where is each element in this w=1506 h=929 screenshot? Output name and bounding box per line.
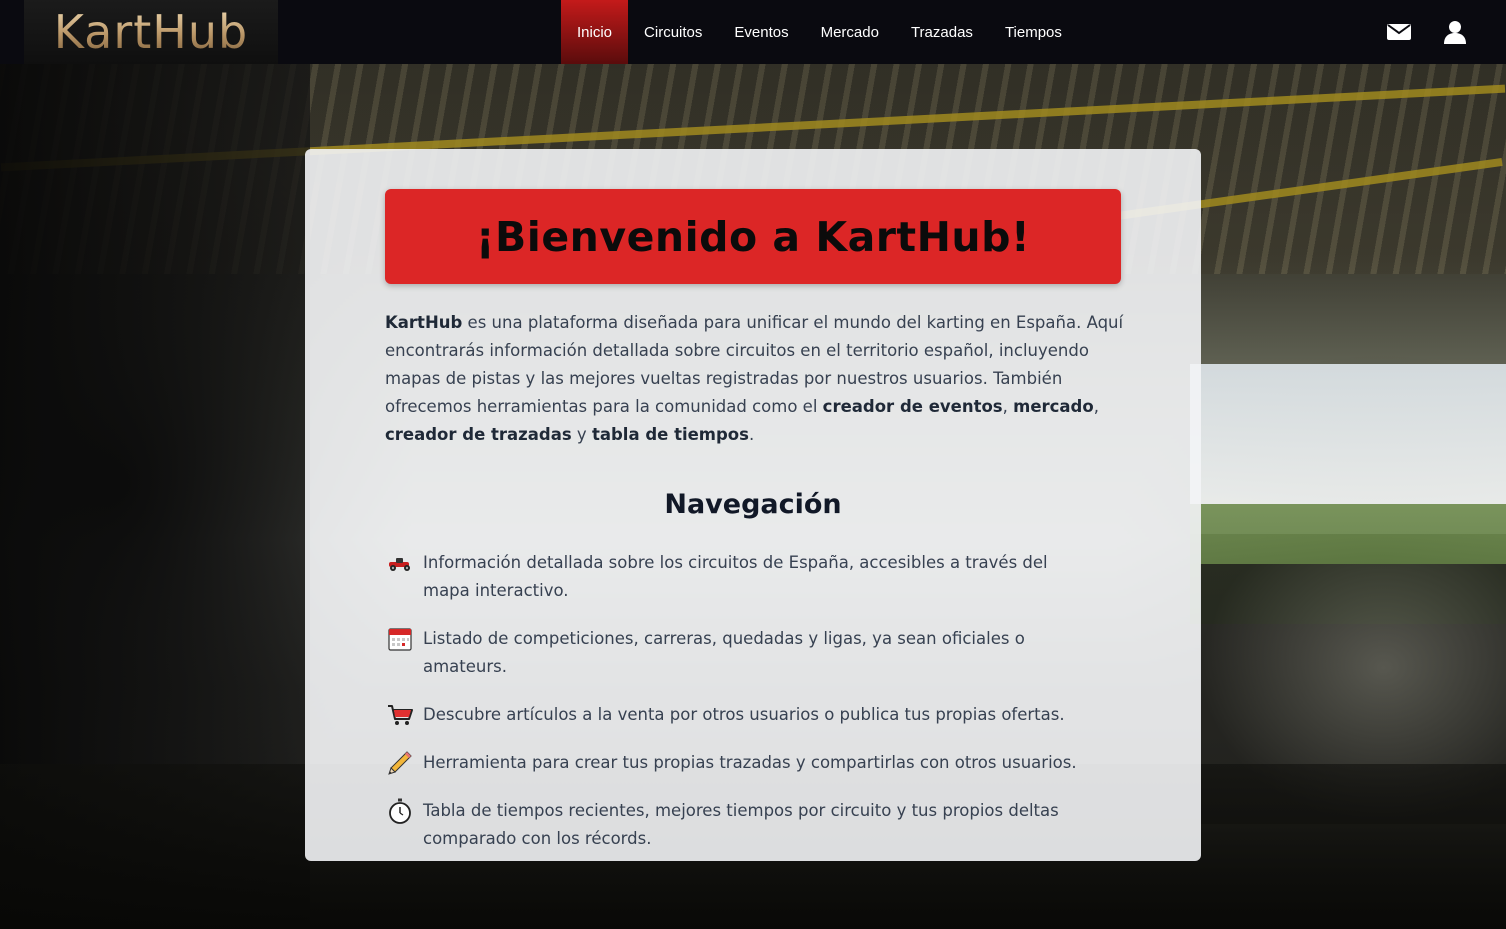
list-item: Listado de competiciones, carreras, qued…: [385, 625, 1085, 681]
user-icon[interactable]: [1442, 19, 1468, 45]
intro-text: ,: [1002, 397, 1014, 416]
welcome-title: ¡Bienvenido a KartHub!: [475, 212, 1031, 261]
intro-highlight-trazadas: creador de trazadas: [385, 425, 572, 444]
stopwatch-icon: [385, 797, 415, 825]
feature-text: Descubre artículos a la venta por otros …: [423, 705, 1065, 724]
intro-text: .: [748, 425, 755, 444]
feature-text: Tabla de tiempos recientes, mejores tiem…: [423, 801, 1059, 848]
intro-highlight-eventos: creador de eventos: [822, 397, 1003, 416]
nav-item-trazadas[interactable]: Trazadas: [895, 0, 989, 64]
navigation-heading: Navegación: [664, 489, 842, 520]
logo-text: KartHub: [53, 5, 249, 59]
nav-item-mercado[interactable]: Mercado: [805, 0, 895, 64]
nav-item-inicio[interactable]: Inicio: [561, 0, 629, 64]
intro-paragraph: KartHub es una plataforma diseñada para …: [385, 309, 1125, 449]
envelope-icon[interactable]: [1386, 19, 1412, 45]
welcome-banner: ¡Bienvenido a KartHub!: [385, 189, 1121, 284]
intro-brand: KartHub: [385, 313, 463, 332]
feature-list: Información detallada sobre los circuito…: [385, 549, 1085, 873]
nav-item-circuitos[interactable]: Circuitos: [628, 0, 718, 64]
list-item: Información detallada sobre los circuito…: [385, 549, 1085, 605]
nav-icons: [1386, 0, 1468, 64]
welcome-card: ¡Bienvenido a KartHub! KartHub es una pl…: [305, 149, 1201, 861]
nav-item-tiempos[interactable]: Tiempos: [989, 0, 1078, 64]
list-item: Herramienta para crear tus propias traza…: [385, 749, 1085, 777]
main-nav: Inicio Circuitos Eventos Mercado Trazada…: [561, 0, 1078, 64]
cart-icon: [385, 701, 415, 729]
karthub-logo[interactable]: KartHub: [24, 0, 278, 64]
pencil-icon: [385, 749, 415, 777]
list-item: Descubre artículos a la venta por otros …: [385, 701, 1085, 729]
kart-icon: [385, 549, 415, 577]
list-item: Tabla de tiempos recientes, mejores tiem…: [385, 797, 1085, 853]
feature-text: Información detallada sobre los circuito…: [423, 553, 1048, 600]
intro-text: y: [571, 425, 592, 444]
nav-item-eventos[interactable]: Eventos: [718, 0, 804, 64]
calendar-icon: [385, 625, 415, 653]
feature-text: Herramienta para crear tus propias traza…: [423, 753, 1077, 772]
feature-text: Listado de competiciones, carreras, qued…: [423, 629, 1025, 676]
intro-highlight-mercado: mercado: [1013, 397, 1094, 416]
top-navbar: KartHub Inicio Circuitos Eventos Mercado…: [0, 0, 1506, 64]
intro-highlight-tiempos: tabla de tiempos: [591, 425, 749, 444]
intro-text: ,: [1093, 397, 1099, 416]
